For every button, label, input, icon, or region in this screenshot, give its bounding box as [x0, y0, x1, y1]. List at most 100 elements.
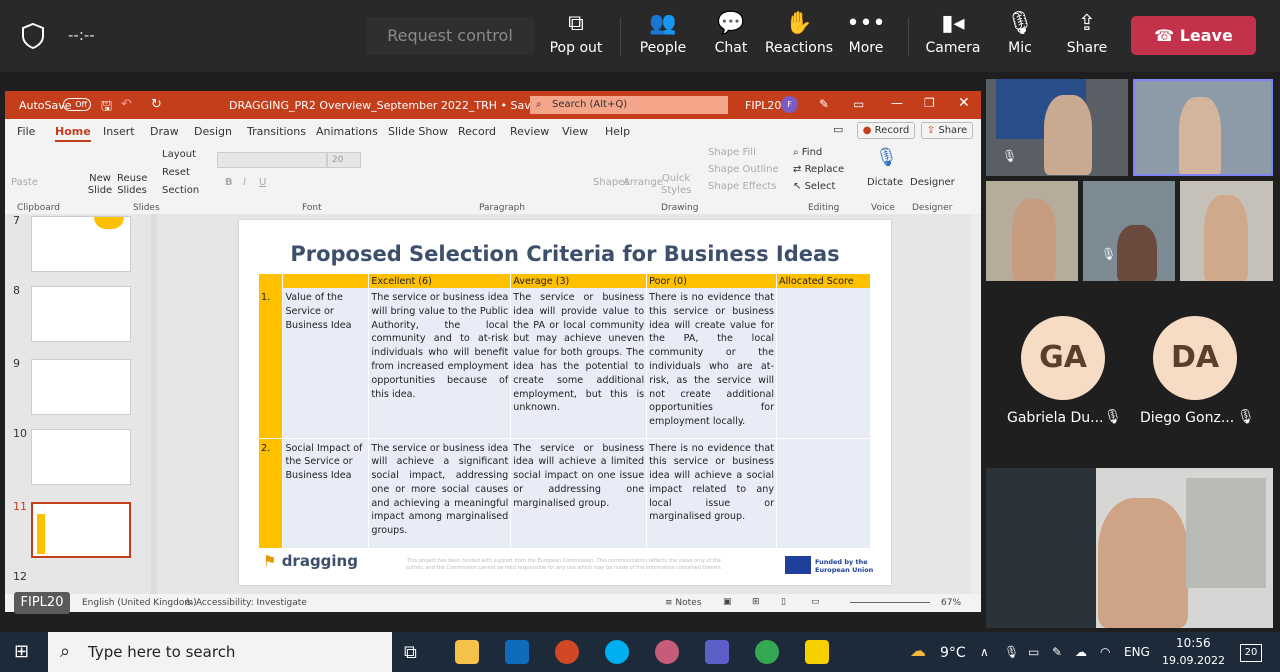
wifi-icon[interactable]: ◠: [1100, 645, 1110, 659]
notification-center[interactable]: 20: [1240, 644, 1262, 662]
reactions-button[interactable]: ✋ Reactions: [763, 10, 835, 66]
thumbs-scrollbar[interactable]: [151, 214, 157, 594]
underline-button[interactable]: U: [259, 177, 266, 188]
new-slide-button[interactable]: New Slide: [85, 173, 115, 197]
clock-time[interactable]: 10:56: [1176, 636, 1211, 650]
sticky-notes-icon[interactable]: [805, 640, 829, 664]
outlook-icon[interactable]: [505, 640, 529, 664]
font-size-box[interactable]: 20: [327, 152, 361, 168]
participant-video-3[interactable]: [986, 181, 1078, 281]
onedrive-icon[interactable]: ☁: [1075, 645, 1087, 659]
restore-icon[interactable]: ❐: [924, 96, 935, 110]
quick-styles-button[interactable]: Quick Styles: [661, 173, 691, 197]
autosave-toggle[interactable]: Off: [63, 98, 91, 111]
mic-button[interactable]: 🎙 Mic: [985, 10, 1055, 66]
weather-icon[interactable]: ☁: [910, 641, 926, 660]
reading-view-icon[interactable]: ▯: [781, 597, 786, 607]
select-button[interactable]: ↖ Select: [793, 181, 835, 192]
pen-icon[interactable]: ✎: [819, 97, 829, 111]
tab-view[interactable]: View: [562, 125, 588, 138]
chat-button[interactable]: 💬 Chat: [696, 10, 766, 66]
participant-video-1[interactable]: 🎙: [986, 79, 1128, 176]
tab-file[interactable]: File: [17, 125, 35, 138]
paste-button[interactable]: Paste: [11, 177, 38, 188]
editor-scrollbar[interactable]: [971, 214, 981, 594]
designer-button[interactable]: Designer: [910, 177, 955, 188]
tab-review[interactable]: Review: [510, 125, 549, 138]
powerpoint-icon[interactable]: [555, 640, 579, 664]
record-button[interactable]: ● Record: [857, 122, 915, 139]
ribbon-display-icon[interactable]: ▭: [853, 97, 864, 111]
tab-design[interactable]: Design: [194, 125, 232, 138]
pop-out-button[interactable]: ⧉ Pop out: [541, 10, 611, 66]
find-button[interactable]: ⌕ Find: [793, 147, 822, 158]
reset-button[interactable]: Reset: [162, 167, 190, 178]
redo-icon[interactable]: ↻: [151, 97, 162, 112]
share-button[interactable]: ⇪ Share: [1052, 10, 1122, 66]
minimize-icon[interactable]: —: [891, 96, 903, 110]
mic-tray-icon[interactable]: 🎙: [1004, 645, 1019, 659]
language-indicator[interactable]: ENG: [1124, 645, 1150, 659]
italic-button[interactable]: I: [243, 177, 246, 188]
people-button[interactable]: 👥 People: [628, 10, 698, 66]
replace-button[interactable]: ⇄ Replace: [793, 164, 844, 175]
skype-icon[interactable]: [605, 640, 629, 664]
avatar[interactable]: DA: [1153, 316, 1237, 400]
status-accessibility[interactable]: ♿ Accessibility: Investigate: [185, 598, 307, 608]
clock-date[interactable]: 19.09.2022: [1162, 654, 1225, 667]
camera-button[interactable]: ▮◂ Camera: [918, 10, 988, 66]
shape-outline-button[interactable]: Shape Outline: [708, 164, 779, 175]
slide-thumb-9[interactable]: [31, 359, 131, 415]
layout-button[interactable]: Layout: [162, 149, 196, 160]
file-explorer-icon[interactable]: [455, 640, 479, 664]
windows-start-icon[interactable]: ⊞: [14, 641, 29, 662]
tray-chevron-icon[interactable]: ∧: [980, 645, 989, 659]
tab-slide-show[interactable]: Slide Show: [388, 125, 448, 138]
notes-button[interactable]: ≡ Notes: [665, 598, 701, 608]
comments-icon[interactable]: ▭: [833, 123, 843, 136]
tab-insert[interactable]: Insert: [103, 125, 135, 138]
tab-record[interactable]: Record: [458, 125, 496, 138]
font-name-box[interactable]: [217, 152, 327, 168]
status-language[interactable]: English (United Kingdom): [82, 598, 197, 608]
tab-help[interactable]: Help: [605, 125, 630, 138]
taskbar-search[interactable]: ⌕ Type here to search: [48, 632, 392, 672]
slide-thumb-8[interactable]: [31, 286, 131, 342]
shape-effects-button[interactable]: Shape Effects: [708, 181, 776, 192]
save-icon[interactable]: 🖫: [101, 97, 112, 119]
arrange-button[interactable]: Arrange: [623, 177, 663, 188]
dictate-button[interactable]: Dictate: [867, 177, 903, 188]
slide-thumb-7[interactable]: [31, 216, 131, 272]
self-video[interactable]: [986, 468, 1273, 628]
bold-button[interactable]: B: [225, 177, 233, 188]
slideshow-icon[interactable]: ▭: [811, 597, 820, 607]
teams-icon[interactable]: [705, 640, 729, 664]
zoom-level[interactable]: 67%: [941, 598, 961, 608]
ppt-user-avatar[interactable]: F: [781, 96, 798, 113]
leave-button[interactable]: ☎ Leave: [1131, 16, 1256, 55]
weather-temp[interactable]: 9°C: [940, 645, 966, 661]
slide-thumb-10[interactable]: [31, 429, 131, 485]
tab-animations[interactable]: Animations: [316, 125, 378, 138]
section-button[interactable]: Section: [162, 185, 199, 196]
slide-thumb-11[interactable]: [31, 502, 131, 558]
shape-fill-button[interactable]: Shape Fill: [708, 147, 756, 158]
close-icon[interactable]: ✕: [958, 95, 970, 111]
participant-video-4[interactable]: 🎙: [1083, 181, 1175, 281]
tab-draw[interactable]: Draw: [150, 125, 179, 138]
slide-sorter-icon[interactable]: ⊞: [752, 597, 760, 607]
monitor-icon[interactable]: ▭: [1028, 645, 1039, 659]
ppt-search-box[interactable]: ⌕ Search (Alt+Q): [530, 96, 728, 114]
avatar[interactable]: GA: [1021, 316, 1105, 400]
participant-video-5[interactable]: [1180, 181, 1273, 281]
more-button[interactable]: ••• More: [831, 10, 901, 66]
share-ppt-button[interactable]: ⇪ Share: [921, 122, 973, 139]
tab-transitions[interactable]: Transitions: [247, 125, 306, 138]
task-view-icon[interactable]: ⧉: [404, 642, 417, 663]
app-icon[interactable]: [655, 640, 679, 664]
chrome-icon[interactable]: [755, 640, 779, 664]
normal-view-icon[interactable]: ▣: [723, 597, 732, 607]
zoom-slider[interactable]: [850, 602, 930, 603]
tab-home[interactable]: Home: [55, 125, 91, 142]
pen-icon[interactable]: ✎: [1052, 645, 1062, 659]
